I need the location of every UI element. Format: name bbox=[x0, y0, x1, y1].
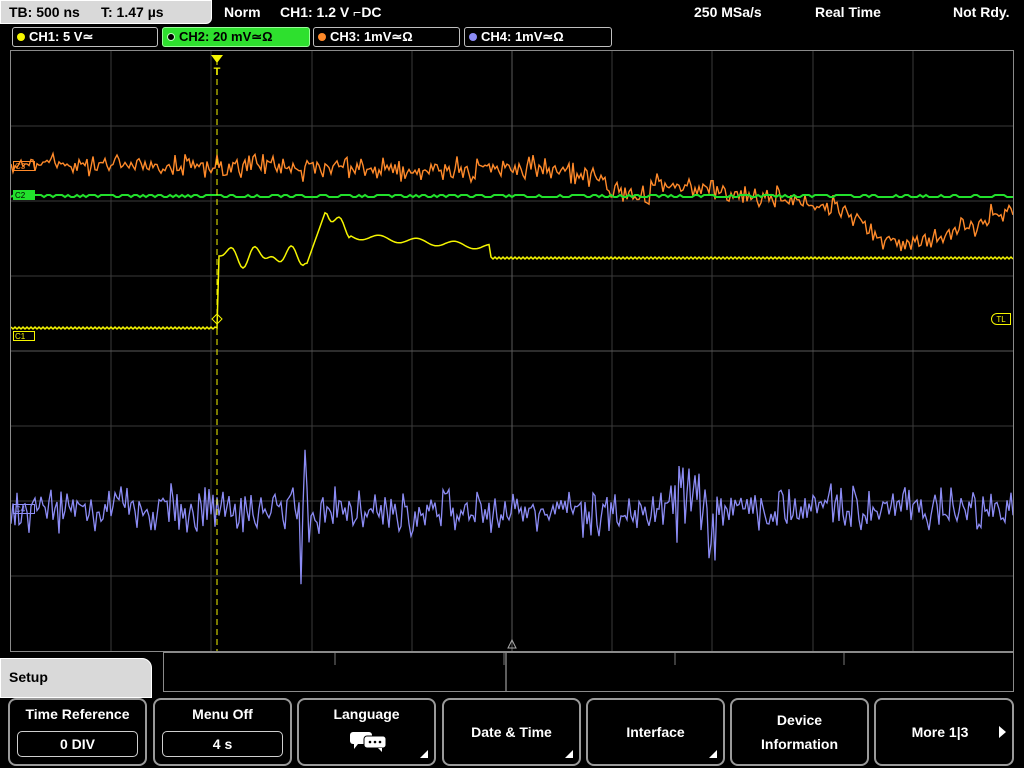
submenu-indicator-icon bbox=[565, 750, 573, 758]
channel-dot-icon bbox=[167, 33, 175, 41]
channel-dot-icon bbox=[17, 33, 25, 41]
channel-label: CH3: 1mV≃Ω bbox=[330, 29, 413, 44]
trigger-marker-label: T bbox=[214, 66, 221, 78]
acquisition-mode: Real Time bbox=[815, 4, 881, 20]
ready-state: Not Rdy. bbox=[953, 4, 1010, 20]
ch4-offset-marker[interactable]: C4 bbox=[13, 504, 35, 514]
channel-label: CH4: 1mV≃Ω bbox=[481, 29, 564, 44]
trigger-time-label: T: 1.47 µs bbox=[101, 4, 164, 20]
graticule bbox=[11, 51, 1013, 651]
menu-off-value[interactable]: 4 s bbox=[162, 731, 283, 757]
ch2-offset-marker[interactable]: C2 bbox=[13, 190, 35, 200]
trigger-mode[interactable]: Norm bbox=[224, 4, 261, 20]
submenu-indicator-icon bbox=[709, 750, 717, 758]
softkey-label: More 1|3 bbox=[911, 724, 969, 740]
waveform-svg: T bbox=[11, 51, 1013, 651]
softkey-menu-off[interactable]: Menu Off 4 s bbox=[153, 698, 292, 766]
softkey-label: Time Reference bbox=[25, 706, 130, 722]
waveform-display[interactable]: T C3 C2 C1 C4 TL bbox=[10, 50, 1014, 652]
channel-label: CH1: 5 V≃ bbox=[29, 29, 94, 44]
softkey-label: Menu Off bbox=[192, 706, 253, 722]
softkey-device-information[interactable]: Device Information bbox=[730, 698, 869, 766]
softkey-time-reference[interactable]: Time Reference 0 DIV bbox=[8, 698, 147, 766]
channel-tab-ch3[interactable]: CH3: 1mV≃Ω bbox=[313, 27, 460, 47]
softkey-label: Language bbox=[333, 706, 400, 722]
channel-tab-ch1[interactable]: CH1: 5 V≃ bbox=[12, 27, 158, 47]
submenu-indicator-icon bbox=[420, 750, 428, 758]
channel-dot-icon bbox=[469, 33, 477, 41]
channel-label: CH2: 20 mV≃Ω bbox=[179, 29, 273, 44]
channel-tab-ch2[interactable]: CH2: 20 mV≃Ω bbox=[162, 27, 310, 47]
softkey-date-time[interactable]: Date & Time bbox=[442, 698, 581, 766]
timebase-label: TB: 500 ns bbox=[9, 4, 80, 20]
time-reference-value[interactable]: 0 DIV bbox=[17, 731, 138, 757]
softkey-more[interactable]: More 1|3 bbox=[874, 698, 1014, 766]
softkey-language[interactable]: Language bbox=[297, 698, 436, 766]
softkey-label: Interface bbox=[626, 724, 685, 740]
softkey-interface[interactable]: Interface bbox=[586, 698, 725, 766]
scale-strip-ticks bbox=[334, 653, 845, 691]
timebase-box[interactable]: TB: 500 ns T: 1.47 µs bbox=[0, 0, 212, 24]
scale-strip bbox=[163, 652, 1014, 692]
trigger-setting[interactable]: CH1: 1.2 V ⌐DC bbox=[280, 4, 382, 20]
softkey-label: Date & Time bbox=[471, 724, 552, 740]
softkey-label: Device bbox=[776, 712, 823, 728]
channel-dot-icon bbox=[318, 33, 326, 41]
ch3-offset-marker[interactable]: C3 bbox=[13, 161, 35, 171]
ch1-offset-marker[interactable]: C1 bbox=[13, 331, 35, 341]
menu-title: Setup bbox=[9, 669, 48, 685]
channel-tab-ch4[interactable]: CH4: 1mV≃Ω bbox=[464, 27, 612, 47]
speech-bubble-icon bbox=[350, 732, 387, 752]
menu-title-tab: Setup bbox=[0, 658, 152, 698]
sample-rate: 250 MSa/s bbox=[694, 4, 762, 20]
softkey-label-line2: Information bbox=[761, 736, 838, 752]
next-page-arrow-icon bbox=[999, 726, 1006, 738]
trigger-level-marker[interactable]: TL bbox=[991, 313, 1011, 325]
trigger-position-marker[interactable]: T bbox=[211, 55, 223, 78]
status-bar: TB: 500 ns T: 1.47 µs Norm CH1: 1.2 V ⌐D… bbox=[0, 0, 1024, 26]
